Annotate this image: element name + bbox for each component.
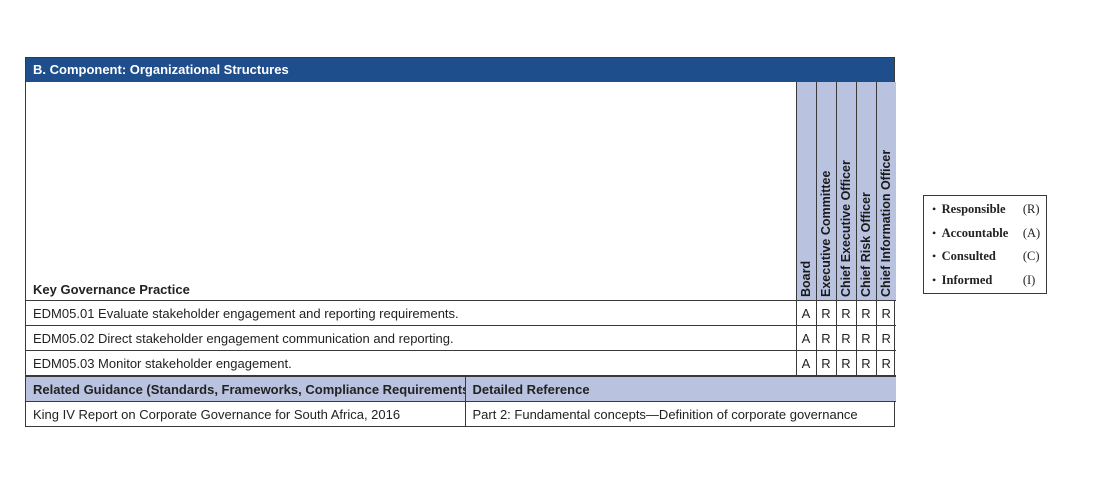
- legend-item: • Accountable (A): [932, 226, 1046, 250]
- legend-term: Consulted: [941, 249, 996, 263]
- role-header-cro: Chief Risk Officer: [855, 82, 877, 301]
- table-row: King IV Report on Corporate Governance f…: [26, 401, 896, 426]
- raci-cell: R: [855, 325, 877, 351]
- raci-cell: R: [815, 350, 837, 376]
- bullet-icon: •: [932, 225, 937, 240]
- raci-cell: R: [875, 300, 896, 326]
- raci-cell: R: [815, 300, 837, 326]
- legend-abbr: (R): [1022, 202, 1040, 216]
- practice-text: EDM05.02 Direct stakeholder engagement c…: [26, 325, 797, 351]
- reference-column-header: Detailed Reference: [464, 376, 896, 402]
- table-row: EDM05.03 Monitor stakeholder engagement.…: [26, 350, 896, 376]
- raci-legend: • Responsible (R) • Accountable (A) • Co…: [923, 195, 1047, 294]
- table-row: EDM05.02 Direct stakeholder engagement c…: [26, 325, 896, 351]
- role-header-cio: Chief Information Officer: [875, 82, 896, 301]
- panel-title: B. Component: Organizational Structures: [26, 58, 894, 82]
- raci-cell: R: [855, 350, 877, 376]
- practice-text: EDM05.01 Evaluate stakeholder engagement…: [26, 300, 797, 326]
- raci-cell: A: [795, 350, 817, 376]
- practice-column-header: Key Governance Practice: [26, 82, 797, 301]
- table-row: EDM05.01 Evaluate stakeholder engagement…: [26, 300, 896, 326]
- raci-cell: R: [855, 300, 877, 326]
- role-header-board: Board: [795, 82, 817, 301]
- raci-cell: R: [875, 350, 896, 376]
- related-guidance-table: Related Guidance (Standards, Frameworks,…: [26, 376, 896, 426]
- raci-cell: R: [835, 300, 857, 326]
- guidance-cell: King IV Report on Corporate Governance f…: [26, 401, 466, 426]
- guidance-header-row: Related Guidance (Standards, Frameworks,…: [26, 376, 896, 402]
- legend-item: • Responsible (R): [932, 202, 1046, 226]
- raci-cell: A: [795, 325, 817, 351]
- raci-header-row: Key Governance Practice Board Executive …: [26, 82, 896, 301]
- legend-term: Accountable: [941, 225, 1009, 240]
- legend-abbr: (I): [1022, 272, 1036, 287]
- raci-cell: R: [875, 325, 896, 351]
- raci-cell: R: [815, 325, 837, 351]
- legend-abbr: (C): [1022, 249, 1040, 263]
- guidance-column-header: Related Guidance (Standards, Frameworks,…: [26, 376, 466, 402]
- legend-item: • Informed (I): [932, 273, 1046, 297]
- bullet-icon: •: [932, 272, 937, 287]
- raci-table: Key Governance Practice Board Executive …: [26, 82, 896, 376]
- practice-text: EDM05.03 Monitor stakeholder engagement.: [26, 350, 797, 376]
- raci-cell: A: [795, 300, 817, 326]
- bullet-icon: •: [932, 202, 937, 216]
- legend-item: • Consulted (C): [932, 249, 1046, 273]
- raci-cell: R: [835, 350, 857, 376]
- organizational-structures-panel: B. Component: Organizational Structures …: [25, 57, 896, 427]
- legend-abbr: (A): [1022, 225, 1041, 240]
- legend-term: Responsible: [941, 202, 1006, 216]
- legend-term: Informed: [941, 272, 993, 287]
- role-header-ceo: Chief Executive Officer: [835, 82, 857, 301]
- bullet-icon: •: [932, 249, 937, 263]
- reference-cell: Part 2: Fundamental concepts—Definition …: [464, 401, 896, 426]
- raci-cell: R: [835, 325, 857, 351]
- role-header-executive-committee: Executive Committee: [815, 82, 837, 301]
